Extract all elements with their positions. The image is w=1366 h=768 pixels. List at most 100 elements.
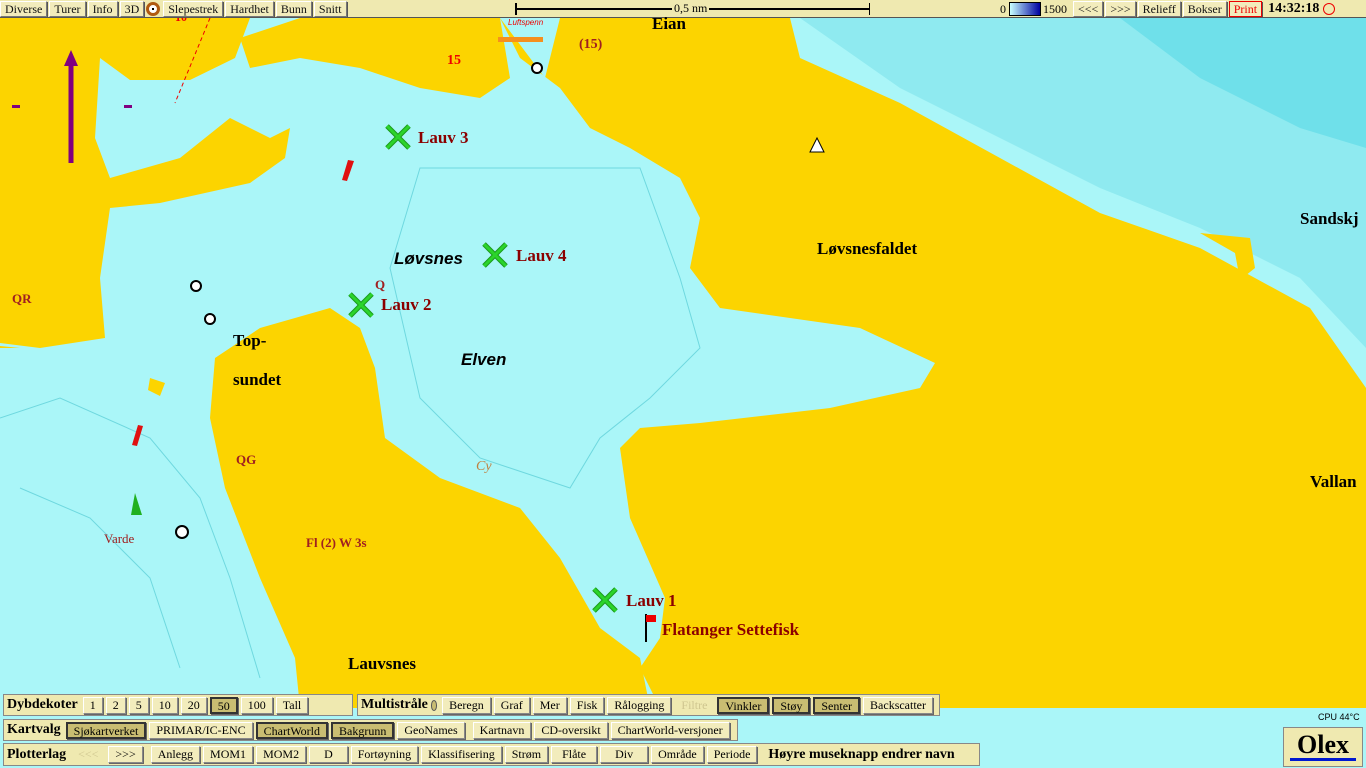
stoy-toggle[interactable]: Støy <box>772 696 811 714</box>
mer-button[interactable]: Mer <box>532 696 567 714</box>
label-light: Fl (2) W 3s <box>306 535 367 550</box>
depth-1[interactable]: 1 <box>82 696 103 714</box>
next-button[interactable]: >>> <box>1105 1 1136 17</box>
panel-title: Dybdekoter <box>7 697 78 712</box>
filtre-button: Filtre <box>681 697 708 712</box>
label-top: Top- <box>233 331 267 350</box>
bridge <box>498 37 543 42</box>
panel-title: Kartvalg <box>7 722 61 737</box>
depth-5[interactable]: 5 <box>128 696 149 714</box>
chartworld-versjoner-button[interactable]: ChartWorld-versjoner <box>610 721 730 739</box>
geonames-toggle[interactable]: GeoNames <box>397 721 465 739</box>
layer-omraade[interactable]: Område <box>651 746 704 763</box>
depth-20[interactable]: 20 <box>180 696 207 714</box>
layer-fortoyning[interactable]: Fortøyning <box>350 746 419 763</box>
olex-logo[interactable]: Olex <box>1283 727 1363 767</box>
plotterlag-next[interactable]: >>> <box>108 746 143 763</box>
print-button[interactable]: Print <box>1228 1 1263 17</box>
dybdekoter-panel: Dybdekoter 1 2 5 10 20 50 100 Tall <box>3 694 353 716</box>
depth-15-paren: (15) <box>579 37 603 52</box>
snitt-button[interactable]: Snitt <box>313 0 347 17</box>
bunn-button[interactable]: Bunn <box>275 0 312 17</box>
senter-toggle[interactable]: Senter <box>813 696 861 714</box>
label-cy: Cy <box>476 459 492 474</box>
layer-div[interactable]: Div <box>600 746 649 763</box>
info-button[interactable]: Info <box>87 0 118 17</box>
cpu-temp: CPU 44°C <box>1318 712 1360 722</box>
clock: 14:32:18 <box>1268 1 1320 16</box>
layer-periode[interactable]: Periode <box>706 746 758 763</box>
facility-label: Flatanger Settefisk <box>662 620 800 639</box>
sjokartverket-toggle[interactable]: Sjøkartverket <box>65 721 147 739</box>
layer-flaate[interactable]: Flåte <box>551 746 598 763</box>
label-qg: QG <box>236 452 257 467</box>
chartworld-toggle[interactable]: ChartWorld <box>255 721 329 739</box>
depth-15: 15 <box>447 53 461 68</box>
label-qr: QR <box>12 291 32 306</box>
depth-gradient[interactable] <box>1009 2 1041 16</box>
label-sundet: sundet <box>233 370 282 389</box>
depth-2[interactable]: 2 <box>105 696 126 714</box>
light-symbol <box>531 62 543 74</box>
depth-min: 0 <box>1000 1 1006 16</box>
marker-label: Lauv 1 <box>626 591 677 610</box>
layer-anlegg[interactable]: Anlegg <box>150 746 201 763</box>
label-elven: Elven <box>461 350 507 369</box>
label-eian: Eian <box>652 14 687 33</box>
depth-tall[interactable]: Tall <box>275 696 309 714</box>
panel-title: Plotterlag <box>7 746 67 762</box>
panel-title: Multistråle <box>361 697 428 712</box>
depth-50[interactable]: 50 <box>209 696 238 714</box>
bokser-button[interactable]: Bokser <box>1182 1 1227 17</box>
layer-mom1[interactable]: MOM1 <box>203 746 254 763</box>
bakgrunn-toggle[interactable]: Bakgrunn <box>331 721 395 739</box>
primar-toggle[interactable]: PRIMAR/IC-ENC <box>149 721 253 739</box>
plotterlag-prev: <<< <box>78 747 99 761</box>
raalogging-button[interactable]: Rålogging <box>607 696 672 714</box>
depth-100[interactable]: 100 <box>240 696 273 714</box>
cd-oversikt-button[interactable]: CD-oversikt <box>534 721 608 739</box>
label-loevsnesfaldet: Løvsnesfaldet <box>817 239 918 258</box>
label-varde: Varde <box>104 531 135 546</box>
target-icon[interactable] <box>146 1 161 16</box>
layer-d[interactable]: D <box>309 746 348 763</box>
diverse-button[interactable]: Diverse <box>0 0 48 17</box>
3d-button[interactable]: 3D <box>119 0 145 17</box>
depth-10[interactable]: 10 <box>151 696 178 714</box>
layer-mom2[interactable]: MOM2 <box>256 746 307 763</box>
sun-icon[interactable] <box>1323 3 1336 15</box>
depth-max: 1500 <box>1043 1 1067 16</box>
layer-klassifisering[interactable]: Klassifisering <box>421 746 502 763</box>
layer-strom[interactable]: Strøm <box>504 746 549 763</box>
chart-map[interactable] <box>0 18 1366 768</box>
turer-button[interactable]: Turer <box>49 0 86 17</box>
marker-label: Lauv 2 <box>381 295 432 314</box>
label-loevsnes: Løvsnes <box>394 249 463 268</box>
vinkler-toggle[interactable]: Vinkler <box>717 696 770 714</box>
flag-icon <box>646 615 656 622</box>
multistraale-panel: Multistråle Beregn Graf Mer Fisk Råloggi… <box>357 694 940 716</box>
backscatter-button[interactable]: Backscatter <box>863 696 933 714</box>
label-lauvsnes: Lauvsnes <box>348 654 417 673</box>
hardhet-button[interactable]: Hardhet <box>225 0 274 17</box>
kartnavn-button[interactable]: Kartnavn <box>472 721 532 739</box>
relieff-button[interactable]: Relieff <box>1137 1 1181 17</box>
graf-button[interactable]: Graf <box>493 696 530 714</box>
scale-bar: 0,5 nm <box>515 1 870 16</box>
plotterlag-hint: Høyre museknapp endrer navn <box>768 746 955 762</box>
status-circle-icon <box>430 699 438 711</box>
slepestrek-button[interactable]: Slepestrek <box>163 0 224 17</box>
fisk-button[interactable]: Fisk <box>569 696 605 714</box>
light-symbol <box>190 280 202 292</box>
plotterlag-panel: Plotterlag <<< >>> Anlegg MOM1 MOM2 D Fo… <box>3 743 980 766</box>
varde-symbol <box>175 525 189 539</box>
marker-label: Lauv 4 <box>516 246 567 265</box>
label-vallan: Vallan <box>1310 472 1357 491</box>
label-q: Q <box>375 277 386 292</box>
marker-label: Lauv 3 <box>418 128 469 147</box>
beregn-button[interactable]: Beregn <box>442 696 491 714</box>
prev-button[interactable]: <<< <box>1073 1 1104 17</box>
label-sandskj: Sandskj <box>1300 209 1359 228</box>
light-symbol <box>204 313 216 325</box>
label-loftspenn: Luftspenn <box>508 18 544 27</box>
